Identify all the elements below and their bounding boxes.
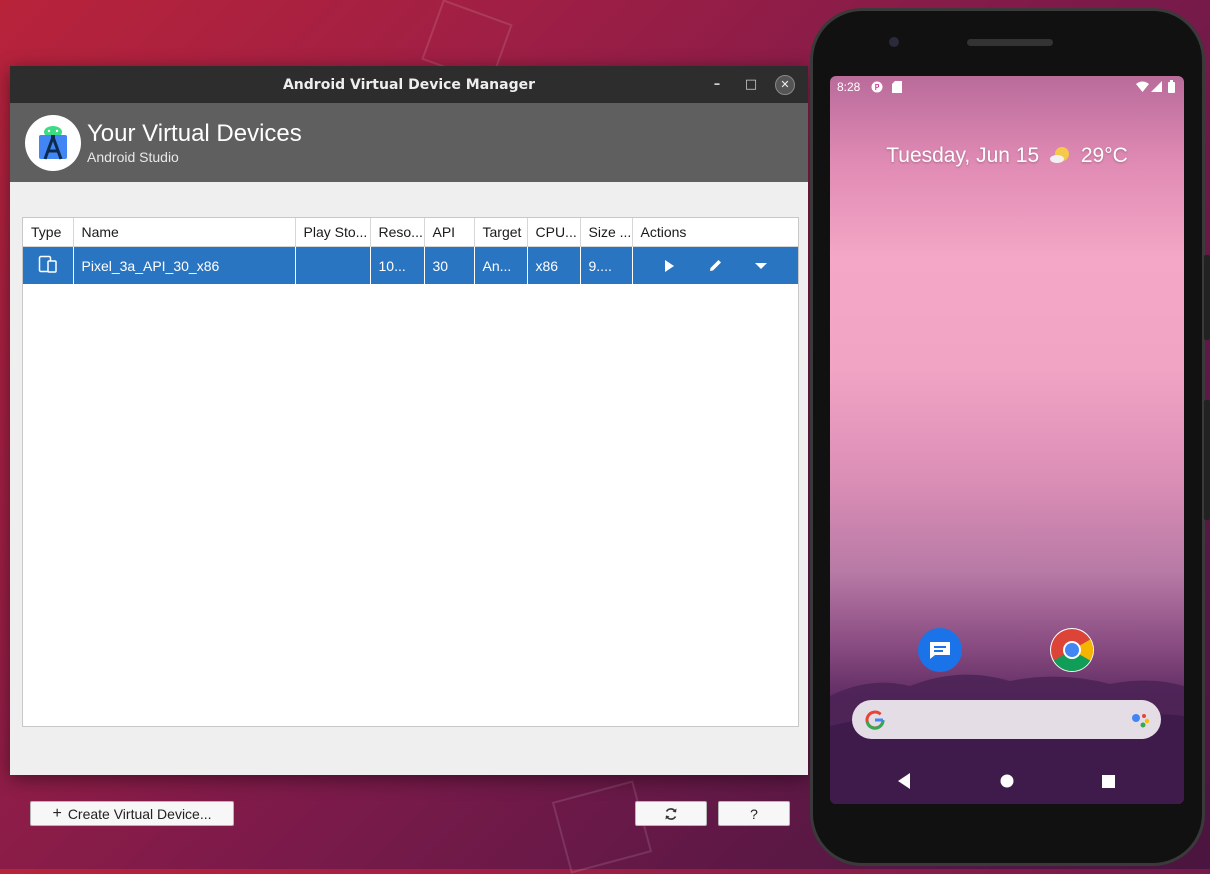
notification-icon: P	[871, 81, 883, 93]
window-title: Android Virtual Device Manager	[282, 76, 536, 93]
chevron-down-icon	[755, 262, 768, 269]
messages-icon	[930, 642, 950, 659]
create-button-label: Create Virtual Device...	[67, 805, 212, 822]
date-text: Tuesday, Jun 15	[886, 144, 1040, 167]
assistant-icon[interactable]	[1131, 711, 1151, 729]
device-name-cell: Pixel_3a_API_30_x86	[73, 246, 296, 284]
pencil-icon	[709, 260, 721, 271]
devices-table-container: Type Name Play Sto... Reso... API Target…	[22, 217, 799, 727]
column-header-target[interactable]: Target	[474, 218, 528, 247]
device-type-cell	[23, 246, 74, 284]
device-play-store-cell	[295, 246, 371, 284]
create-virtual-device-button[interactable]: + Create Virtual Device...	[30, 801, 234, 826]
front-camera	[889, 37, 899, 47]
column-header-type[interactable]: Type	[23, 218, 74, 247]
column-header-api[interactable]: API	[424, 218, 475, 247]
emulator-screen[interactable]: 8:28 P Tuesday, Jun 15 29°C	[830, 76, 1184, 804]
page-subtitle: Android Studio	[87, 149, 179, 165]
wifi-icon	[1136, 81, 1149, 92]
devices-table: Type Name Play Sto... Reso... API Target…	[23, 218, 798, 284]
device-target-cell: An...	[474, 246, 528, 284]
help-button[interactable]: ?	[718, 801, 790, 826]
messages-app-icon[interactable]	[918, 628, 962, 672]
column-header-name[interactable]: Name	[73, 218, 296, 247]
chrome-icon	[1051, 629, 1094, 672]
google-g-icon	[865, 710, 885, 730]
column-header-actions[interactable]: Actions	[632, 218, 798, 247]
plus-icon: +	[52, 804, 62, 822]
recents-icon	[1101, 774, 1115, 788]
close-button[interactable]: ✕	[768, 66, 802, 103]
back-button[interactable]	[889, 766, 919, 796]
home-icon	[1000, 774, 1014, 788]
edit-button[interactable]	[703, 254, 727, 278]
recents-button[interactable]	[1093, 766, 1123, 796]
back-icon	[898, 773, 910, 789]
content-area: Type Name Play Sto... Reso... API Target…	[10, 182, 808, 826]
more-actions-dropdown[interactable]	[749, 254, 773, 278]
avd-manager-window: Android Virtual Device Manager – □ ✕ You…	[10, 66, 808, 826]
phone-tablet-icon	[38, 255, 57, 273]
column-header-size[interactable]: Size ...	[580, 218, 633, 247]
power-button[interactable]	[1204, 255, 1210, 340]
android-studio-logo	[25, 114, 81, 171]
status-time: 8:28	[837, 80, 861, 94]
play-icon	[665, 259, 675, 272]
launch-button[interactable]	[657, 254, 681, 278]
volume-button[interactable]	[1204, 400, 1210, 520]
header-banner: Your Virtual Devices Android Studio	[10, 103, 808, 182]
refresh-button[interactable]	[635, 801, 707, 826]
date-weather-widget[interactable]: Tuesday, Jun 15 29°C	[830, 144, 1184, 168]
window-controls: – □ ✕	[700, 66, 802, 103]
home-button[interactable]	[992, 766, 1022, 796]
navigation-bar	[830, 766, 1184, 796]
chrome-app-icon[interactable]	[1050, 628, 1094, 672]
column-header-play-store[interactable]: Play Sto...	[295, 218, 371, 247]
earpiece-speaker	[967, 39, 1053, 46]
battery-icon	[1168, 80, 1175, 93]
column-header-cpu[interactable]: CPU...	[527, 218, 581, 247]
temperature-text: 29°C	[1080, 144, 1128, 167]
device-size-cell: 9....	[580, 246, 633, 284]
partly-sunny-icon	[1050, 147, 1069, 163]
page-title: Your Virtual Devices	[87, 120, 302, 147]
signal-icon	[1151, 81, 1162, 92]
table-row[interactable]: Pixel_3a_API_30_x86 10... 30 An... x86 9…	[23, 246, 798, 284]
window-titlebar[interactable]: Android Virtual Device Manager – □ ✕	[10, 66, 808, 103]
device-actions-cell	[632, 246, 798, 284]
status-bar: 8:28 P	[830, 76, 1184, 98]
desktop-wallpaper-shape	[551, 780, 653, 874]
sd-card-icon	[892, 81, 902, 93]
column-header-resolution[interactable]: Reso...	[370, 218, 425, 247]
google-search-bar[interactable]	[852, 700, 1161, 739]
close-icon: ✕	[775, 74, 795, 95]
refresh-icon	[665, 807, 677, 820]
table-header-row: Type Name Play Sto... Reso... API Target…	[23, 218, 798, 247]
device-cpu-cell: x86	[527, 246, 581, 284]
minimize-button[interactable]: –	[700, 66, 734, 103]
svg-text:P: P	[875, 83, 880, 92]
device-api-cell: 30	[424, 246, 475, 284]
device-resolution-cell: 10...	[370, 246, 425, 284]
maximize-button[interactable]: □	[734, 66, 768, 103]
